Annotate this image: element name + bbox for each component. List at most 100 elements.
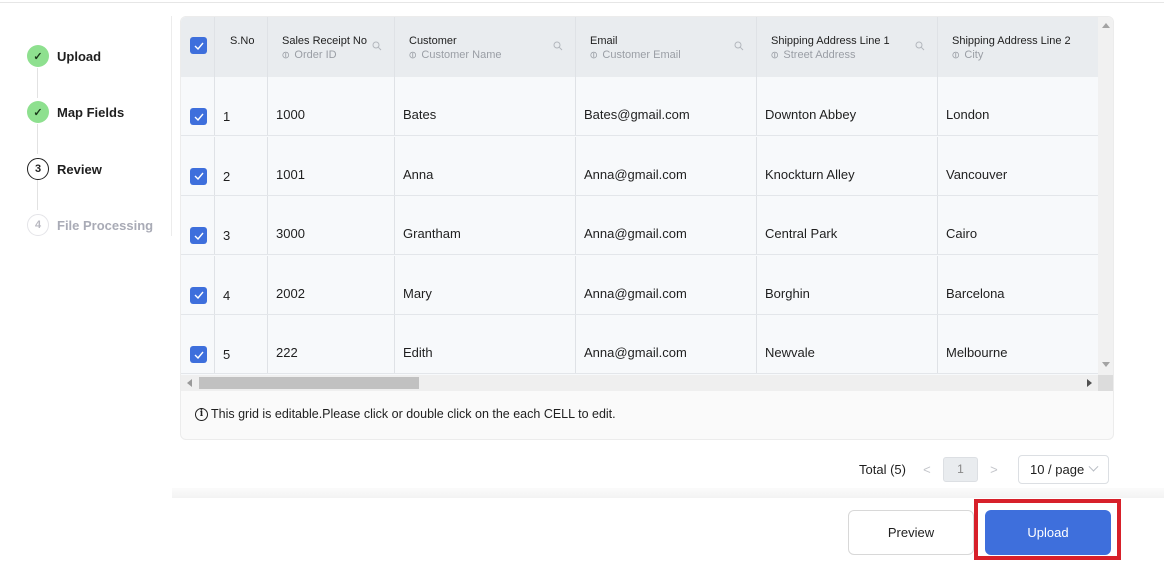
cell-value: 5 <box>223 347 231 363</box>
scroll-left-arrow[interactable] <box>187 379 192 387</box>
cell-customer[interactable]: Bates <box>395 77 576 135</box>
search-icon[interactable] <box>372 41 382 51</box>
cell-value: Anna@gmail.com <box>584 285 687 301</box>
cell-shipping-address-line-2[interactable]: London <box>938 77 1098 135</box>
scroll-up-arrow[interactable] <box>1102 23 1110 28</box>
cell-customer[interactable]: Mary <box>395 255 576 314</box>
cell-shipping-address-line-1[interactable]: Central Park <box>757 196 938 255</box>
cell-value: Downton Abbey <box>765 107 857 122</box>
cell-value: Anna@gmail.com <box>584 166 687 182</box>
horizontal-scrollbar[interactable] <box>181 375 1098 391</box>
column-header-customer[interactable]: Customer ⊘Customer Name <box>395 17 576 77</box>
cell-shipping-address-line-2[interactable]: Barcelona <box>938 256 1098 314</box>
row-checkbox[interactable] <box>190 167 207 185</box>
pagination: Total (5) < 1 > 10 / page <box>859 454 1109 484</box>
cell-shipping-address-line-1[interactable]: Borghin <box>757 255 938 314</box>
table-row[interactable]: 2 1001 Anna Anna@gmail.com Knockturn Alley Va… <box>181 136 1098 196</box>
cell-email[interactable]: Anna@gmail.com <box>576 255 757 314</box>
cell-shipping-address-line-2[interactable]: Vancouver <box>938 137 1098 195</box>
column-header-sno[interactable]: S.No <box>215 17 268 77</box>
column-header-email[interactable]: Email ⊘Customer Email <box>576 17 757 77</box>
cell-shipping-address-line-2[interactable]: Melbourne <box>938 315 1098 373</box>
cell-sales-receipt-no[interactable]: 1001 <box>268 136 395 195</box>
table-row[interactable]: 4 2002 Mary Anna@gmail.com Borghin Barcelona <box>181 255 1098 315</box>
cell-value: 4 <box>223 287 231 303</box>
step-map-fields[interactable]: ✓ Map Fields <box>27 101 124 123</box>
check-icon <box>194 113 204 121</box>
cell-value: Anna@gmail.com <box>584 345 687 361</box>
step-label: File Processing <box>57 217 154 233</box>
search-icon[interactable] <box>915 41 925 51</box>
select-all-checkbox[interactable] <box>190 37 207 54</box>
step-upload[interactable]: ✓ Upload <box>27 45 101 67</box>
next-page-button[interactable]: > <box>986 462 1002 477</box>
wizard-stepper: ✓ Upload ✓ Map Fields 3 Review 4 File Pr… <box>0 16 172 236</box>
cell-sno[interactable]: 2 <box>215 136 268 195</box>
review-grid-card: S.No Sales Receipt No ⊘Order ID Customer… <box>180 16 1114 440</box>
cell-sales-receipt-no[interactable]: 1000 <box>268 77 395 135</box>
link-icon: ⊘ <box>406 48 421 63</box>
cell-email[interactable]: Anna@gmail.com <box>576 196 757 255</box>
step-connector <box>37 180 38 210</box>
cell-sales-receipt-no[interactable]: 222 <box>268 315 395 374</box>
scroll-down-arrow[interactable] <box>1102 362 1110 367</box>
vertical-scrollbar[interactable] <box>1098 17 1113 375</box>
cell-shipping-address-line-2[interactable]: Cairo <box>938 196 1098 254</box>
editable-hint: i This grid is editable.Please click or … <box>195 407 616 421</box>
editable-hint-text: This grid is editable.Please click or do… <box>211 407 616 421</box>
cell-shipping-address-line-1[interactable]: Downton Abbey <box>757 77 938 135</box>
step-review[interactable]: 3 Review <box>27 158 102 180</box>
mapped-field: Customer Name <box>421 49 502 61</box>
preview-button[interactable]: Preview <box>848 510 974 555</box>
prev-page-button[interactable]: < <box>919 462 935 477</box>
cell-value: Bates@gmail.com <box>584 107 690 122</box>
search-icon[interactable] <box>734 41 744 51</box>
cell-customer[interactable]: Grantham <box>395 196 576 255</box>
row-checkbox[interactable] <box>190 108 207 125</box>
table-row[interactable]: 1 1000 Bates Bates@gmail.com Downton Abbey Lo… <box>181 77 1098 136</box>
cell-sno[interactable]: 4 <box>215 255 268 314</box>
table-row[interactable]: 3 3000 Grantham Anna@gmail.com Central Park C… <box>181 196 1098 256</box>
column-header-sales-receipt-no[interactable]: Sales Receipt No ⊘Order ID <box>268 17 395 77</box>
cell-sno[interactable]: 5 <box>215 315 268 374</box>
cell-select <box>181 136 215 195</box>
data-grid: S.No Sales Receipt No ⊘Order ID Customer… <box>181 17 1098 375</box>
row-checkbox[interactable] <box>190 227 207 245</box>
cell-email[interactable]: Anna@gmail.com <box>576 315 757 374</box>
scroll-right-arrow[interactable] <box>1087 379 1092 387</box>
cell-customer[interactable]: Edith <box>395 315 576 374</box>
column-title: Email <box>590 35 618 47</box>
step-connector <box>37 68 38 98</box>
cell-sno[interactable]: 1 <box>215 77 268 135</box>
page-size-select[interactable]: 10 / page <box>1017 454 1109 484</box>
top-divider <box>0 2 1164 3</box>
link-icon: ⊘ <box>949 48 964 63</box>
column-header-shipping-address-line-2[interactable]: Shipping Address Line 2 ⊘City <box>938 17 1098 77</box>
cell-select <box>181 255 215 314</box>
cell-sno[interactable]: 3 <box>215 196 268 255</box>
page-number-current[interactable]: 1 <box>942 456 978 482</box>
cell-email[interactable]: Bates@gmail.com <box>576 77 757 135</box>
cell-value: Edith <box>403 345 433 361</box>
cell-value: Borghin <box>765 285 810 301</box>
cell-customer[interactable]: Anna <box>395 136 576 195</box>
cell-sales-receipt-no[interactable]: 2002 <box>268 255 395 314</box>
cell-email[interactable]: Anna@gmail.com <box>576 136 757 195</box>
cell-shipping-address-line-1[interactable]: Knockturn Alley <box>757 136 938 195</box>
column-title: Shipping Address Line 1 <box>771 35 890 47</box>
column-title: Customer <box>409 35 457 47</box>
upload-button[interactable]: Upload <box>985 510 1111 555</box>
mapped-field: City <box>964 49 984 61</box>
table-row[interactable]: 5 222 Edith Anna@gmail.com Newvale Melbourne <box>181 315 1098 375</box>
cell-shipping-address-line-1[interactable]: Newvale <box>757 315 938 374</box>
column-header-shipping-address-line-1[interactable]: Shipping Address Line 1 ⊘Street Address <box>757 17 938 77</box>
cell-sales-receipt-no[interactable]: 3000 <box>268 196 395 255</box>
step-number: 3 <box>27 158 49 180</box>
link-icon: ⊘ <box>768 48 783 63</box>
row-checkbox[interactable] <box>190 286 207 304</box>
row-checkbox[interactable] <box>190 346 207 364</box>
step-label: Review <box>57 161 102 177</box>
scrollbar-thumb[interactable] <box>199 377 419 389</box>
search-icon[interactable] <box>553 41 563 51</box>
column-mapping: ⊘Customer Email <box>587 49 680 63</box>
